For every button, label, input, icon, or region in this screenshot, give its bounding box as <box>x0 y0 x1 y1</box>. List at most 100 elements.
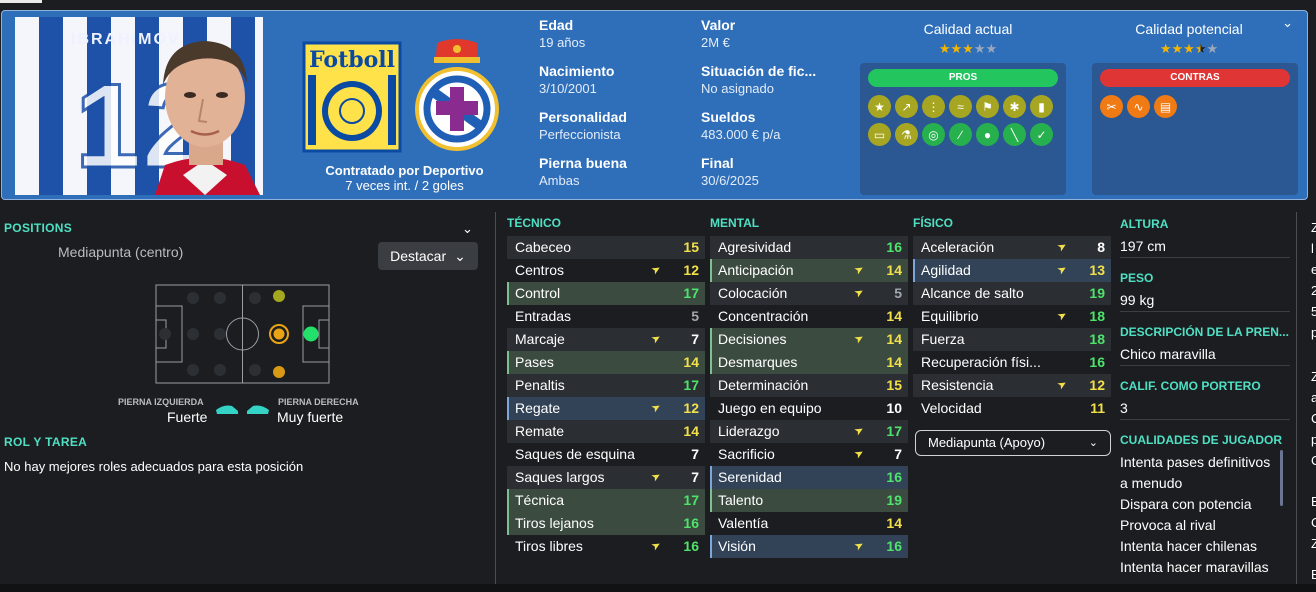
contras-traits-row: ✂ ∿ ▤ <box>1100 95 1177 118</box>
attribute-row[interactable]: Liderazgo ➤ 17 <box>710 420 908 443</box>
trend-arrow-icon: ➤ <box>1055 262 1070 278</box>
attribute-value: 16 <box>683 538 699 554</box>
left-foot-value: Fuerte <box>167 409 208 425</box>
pros-traits-row-1: ★ ↗ ⋮ ≈ ⚑ ✱ ▮ <box>868 95 1053 118</box>
trend-up-icon[interactable]: ↗ <box>895 95 918 118</box>
needle-icon[interactable]: ∕ <box>949 123 972 146</box>
attribute-row[interactable]: Penaltis 17 <box>507 374 705 397</box>
trend-arrow-icon: ➤ <box>649 331 664 347</box>
attribute-row[interactable]: Velocidad 11 <box>913 397 1111 420</box>
left-boot-icon <box>216 405 238 414</box>
attribute-row[interactable]: Desmarques 14 <box>710 351 908 374</box>
wages-label: Sueldos <box>701 109 756 125</box>
attribute-row[interactable]: Cabeceo 15 <box>507 236 705 259</box>
attribute-value: 14 <box>886 331 902 347</box>
attribute-row[interactable]: Concentración 14 <box>710 305 908 328</box>
attribute-name: Centros <box>515 262 565 278</box>
attribute-row[interactable]: Sacrificio ➤ 7 <box>710 443 908 466</box>
attribute-row[interactable]: Tiros libres ➤ 16 <box>507 535 705 558</box>
attribute-row[interactable]: Saques largos ➤ 7 <box>507 466 705 489</box>
whistle-icon[interactable]: ✱ <box>1003 95 1026 118</box>
kick-icon[interactable]: ✓ <box>1030 123 1053 146</box>
player-trait: Intenta pases definitivos a menudo <box>1120 454 1271 491</box>
attribute-row[interactable]: Colocación ➤ 5 <box>710 282 908 305</box>
truncated-text: Z <box>1311 369 1316 384</box>
attribute-row[interactable]: Resistencia ➤ 12 <box>913 374 1111 397</box>
attribute-name: Resistencia <box>921 377 994 393</box>
flag-icon[interactable]: ⚑ <box>976 95 999 118</box>
star-icon[interactable]: ★ <box>868 95 891 118</box>
right-foot-value: Muy fuerte <box>277 409 344 425</box>
contract-club[interactable]: Contratado por Deportivo <box>302 163 507 178</box>
cards-icon[interactable]: ▭ <box>868 123 891 146</box>
left-foot-label: PIERNA IZQUIERDA <box>118 397 204 407</box>
collapse-chevron-icon[interactable]: ⌄ <box>1282 15 1293 31</box>
attribute-row[interactable]: Agresividad 16 <box>710 236 908 259</box>
attribute-row[interactable]: Entradas 5 <box>507 305 705 328</box>
attribute-row[interactable]: Regate ➤ 12 <box>507 397 705 420</box>
birth-label: Nacimiento <box>539 63 615 79</box>
trend-arrow-icon: ➤ <box>649 469 664 485</box>
attribute-name: Alcance de salto <box>921 285 1024 301</box>
attribute-row[interactable]: Agilidad ➤ 13 <box>913 259 1111 282</box>
attribute-row[interactable]: Remate 14 <box>507 420 705 443</box>
attribute-row[interactable]: Talento 19 <box>710 489 908 512</box>
attribute-row[interactable]: Marcaje ➤ 7 <box>507 328 705 351</box>
attribute-row[interactable]: Determinación 15 <box>710 374 908 397</box>
attribute-row[interactable]: Alcance de salto 19 <box>913 282 1111 305</box>
attribute-row[interactable]: Técnica 17 <box>507 489 705 512</box>
attribute-value: 8 <box>1097 239 1105 255</box>
potential-quality: Calidad potencial ★★★★★ <box>1099 21 1279 57</box>
attribute-name: Remate <box>515 423 565 439</box>
attribute-row[interactable]: Juego en equipo 10 <box>710 397 908 420</box>
traits-scrollbar[interactable] <box>1280 450 1283 506</box>
attribute-name: Cabeceo <box>515 239 572 255</box>
truncated-text: p <box>1311 325 1316 340</box>
attribute-name: Equilibrio <box>921 308 979 324</box>
fracture-icon[interactable]: ✂ <box>1100 95 1123 118</box>
flask-icon[interactable]: ⚗ <box>895 123 918 146</box>
attribute-row[interactable]: Centros ➤ 12 <box>507 259 705 282</box>
truncated-text: C <box>1311 515 1316 530</box>
highlight-dropdown[interactable]: Destacar ⌄ <box>378 242 478 270</box>
attribute-name: Marcaje <box>515 331 565 347</box>
truncated-text: p <box>1311 432 1316 447</box>
attribute-row[interactable]: Saques de esquina 7 <box>507 443 705 466</box>
positions-chevron-icon[interactable]: ⌄ <box>462 221 473 237</box>
running-icon[interactable]: ≈ <box>949 95 972 118</box>
attribute-row[interactable]: Tiros lejanos 16 <box>507 512 705 535</box>
player-trait: Dispara con potencia <box>1120 496 1252 512</box>
height-title: ALTURA <box>1120 217 1169 231</box>
attribute-row[interactable]: Pases 14 <box>507 351 705 374</box>
heartbeat-icon[interactable]: ∿ <box>1127 95 1150 118</box>
attribute-row[interactable]: Decisiones ➤ 14 <box>710 328 908 351</box>
footprints-icon[interactable]: ⋮ <box>922 95 945 118</box>
target-icon[interactable]: ◎ <box>922 123 945 146</box>
height-value: 197 cm <box>1120 236 1290 258</box>
head-icon[interactable]: ● <box>976 123 999 146</box>
info-column-right: Valor 2M € Situación de fic... No asigna… <box>701 17 816 199</box>
attribute-row[interactable]: Control 17 <box>507 282 705 305</box>
attribute-row[interactable]: Recuperación físi... 16 <box>913 351 1111 374</box>
player-trait: Provoca al rival <box>1120 517 1216 533</box>
attribute-row[interactable]: Aceleración ➤ 8 <box>913 236 1111 259</box>
attribute-name: Agresividad <box>718 239 792 255</box>
details-panel: ALTURA 197 cm PESO 99 kg DESCRIPCIÓN DE … <box>1120 210 1290 574</box>
attribute-name: Concentración <box>718 308 809 324</box>
attribute-row[interactable]: Equilibrio ➤ 18 <box>913 305 1111 328</box>
gk-rating-title: CALIF. COMO PORTERO <box>1120 379 1261 393</box>
window-tab[interactable] <box>0 0 42 3</box>
syringe-icon[interactable]: ╲ <box>1003 123 1026 146</box>
medical-report-icon[interactable]: ▤ <box>1154 95 1177 118</box>
attribute-row[interactable]: Visión ➤ 16 <box>710 535 908 558</box>
attribute-row[interactable]: Serenidad 16 <box>710 466 908 489</box>
attribute-name: Agilidad <box>921 262 971 278</box>
role-select[interactable]: Mediapunta (Apoyo) ⌄ <box>915 430 1111 456</box>
trend-arrow-icon: ➤ <box>649 262 664 278</box>
attribute-row[interactable]: Anticipación ➤ 14 <box>710 259 908 282</box>
technical-attributes: TÉCNICO Cabeceo 15 Centros ➤ 12 Control 17 Entr… <box>507 210 705 558</box>
trend-arrow-icon: ➤ <box>1055 239 1070 255</box>
attribute-row[interactable]: Fuerza 18 <box>913 328 1111 351</box>
bottle-icon[interactable]: ▮ <box>1030 95 1053 118</box>
attribute-row[interactable]: Valentía 14 <box>710 512 908 535</box>
